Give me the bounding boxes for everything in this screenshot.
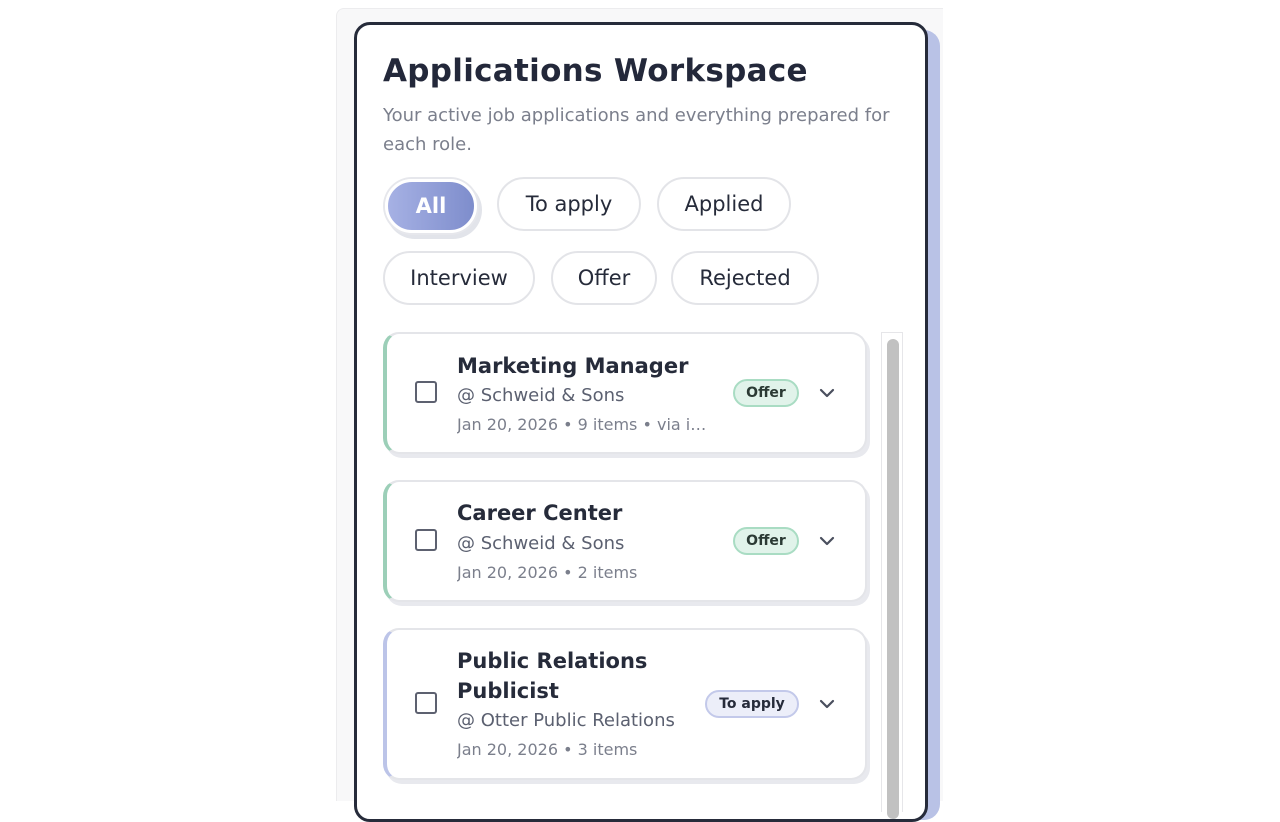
chevron-down-icon[interactable]: [815, 692, 839, 716]
scrollbar-thumb[interactable]: [887, 339, 899, 819]
page-subtitle: Your active job applications and everyth…: [383, 105, 890, 155]
filter-to-apply[interactable]: To apply: [497, 177, 641, 231]
application-meta: Jan 20, 2026 • 9 items • via indeed.com: [457, 415, 715, 434]
status-badge: Offer: [733, 379, 799, 407]
applications-list: Marketing Manager @ Schweid & Sons Jan 2…: [383, 332, 883, 812]
chevron-down-icon[interactable]: [815, 529, 839, 553]
job-title: Public Relations Publicist: [457, 649, 648, 703]
select-checkbox[interactable]: [415, 529, 437, 551]
status-badge: To apply: [705, 690, 799, 718]
filter-all[interactable]: All: [385, 179, 477, 233]
page-title: Applications Workspace: [383, 53, 808, 89]
company-name: @ Schweid & Sons: [457, 533, 625, 554]
company-name: @ Schweid & Sons: [457, 385, 625, 406]
filter-interview[interactable]: Interview: [383, 251, 535, 305]
select-checkbox[interactable]: [415, 692, 437, 714]
job-title: Career Center: [457, 501, 623, 525]
status-badge: Offer: [733, 527, 799, 555]
application-card[interactable]: Public Relations Publicist @ Otter Publi…: [383, 628, 867, 780]
application-card[interactable]: Marketing Manager @ Schweid & Sons Jan 2…: [383, 332, 867, 454]
application-meta: Jan 20, 2026 • 2 items: [457, 563, 638, 582]
applications-workspace-panel: Applications Workspace Your active job a…: [354, 22, 928, 822]
list-scrollbar[interactable]: [881, 332, 903, 819]
company-name: @ Otter Public Relations: [457, 710, 675, 731]
application-card[interactable]: Career Center @ Schweid & Sons Jan 20, 2…: [383, 480, 867, 602]
job-title: Marketing Manager: [457, 354, 689, 378]
filter-applied[interactable]: Applied: [657, 177, 791, 231]
select-checkbox[interactable]: [415, 381, 437, 403]
chevron-down-icon[interactable]: [815, 381, 839, 405]
application-meta: Jan 20, 2026 • 3 items: [457, 740, 638, 759]
filter-rejected[interactable]: Rejected: [671, 251, 819, 305]
filter-offer[interactable]: Offer: [551, 251, 657, 305]
